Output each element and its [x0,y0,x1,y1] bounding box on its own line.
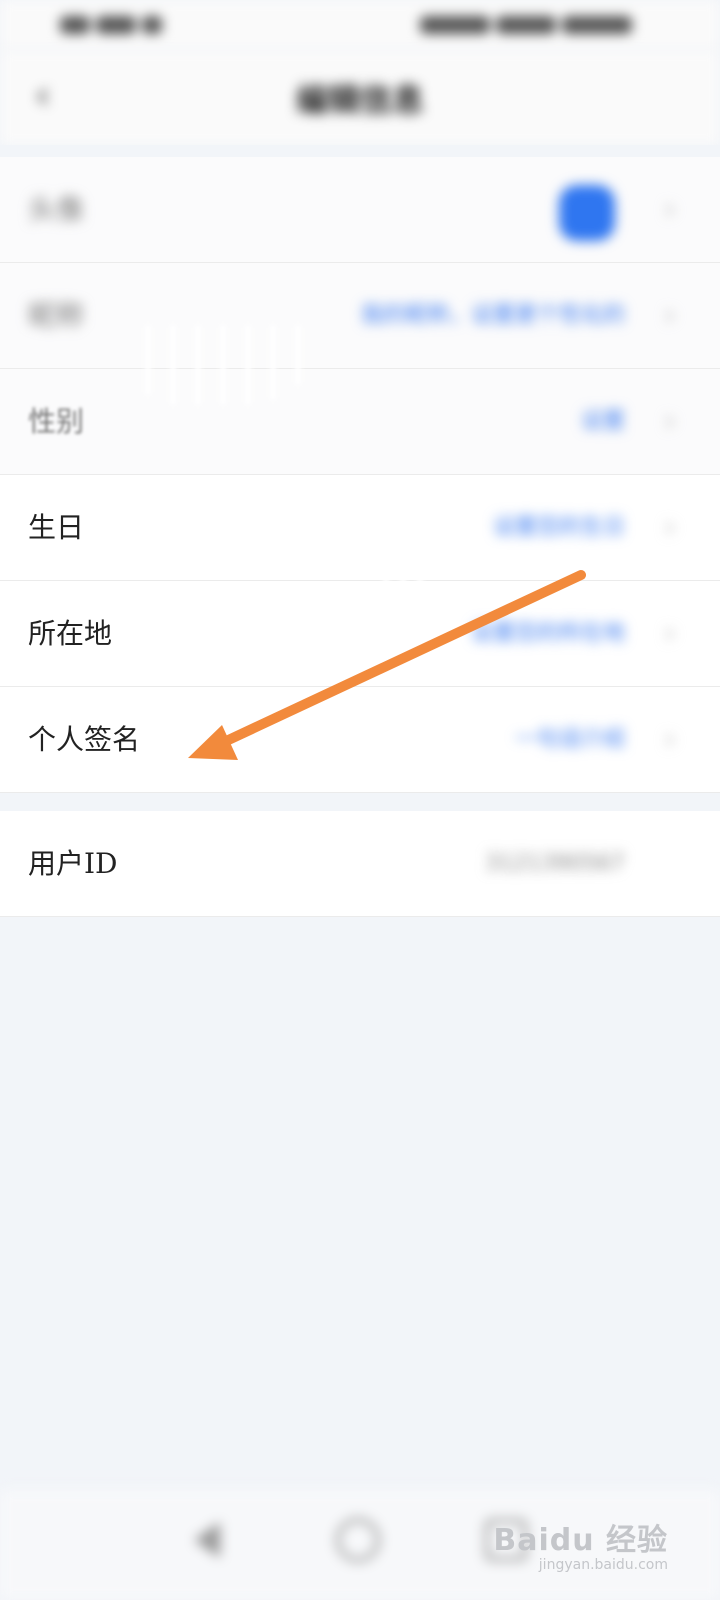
nav-back-icon[interactable] [180,1512,236,1568]
arrow-annotation-icon [188,570,586,760]
watermark: Baidu 经验 jingyan.baidu.com [493,1515,668,1573]
watermark-brand: Baidu 经验 [493,1523,668,1558]
nav-home-icon[interactable] [330,1512,386,1568]
watermark-sub: jingyan.baidu.com [538,1557,668,1573]
